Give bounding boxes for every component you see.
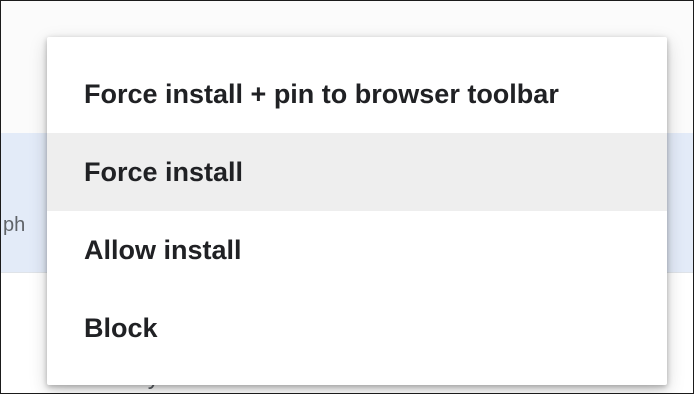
app-window: ph Locally added Force install + pin to … (0, 0, 694, 394)
menu-item-label: Force install + pin to browser toolbar (84, 78, 559, 109)
menu-item-force-install-pin[interactable]: Force install + pin to browser toolbar (47, 55, 667, 133)
install-policy-dropdown-menu: Force install + pin to browser toolbar F… (47, 37, 667, 385)
menu-item-block[interactable]: Block (47, 289, 667, 367)
menu-item-allow-install[interactable]: Allow install (47, 211, 667, 289)
menu-item-label: Force install (84, 156, 244, 187)
row-partial-text: ph (3, 214, 26, 236)
menu-item-label: Allow install (84, 234, 242, 265)
menu-item-label: Block (84, 312, 158, 343)
menu-item-force-install[interactable]: Force install (47, 133, 667, 211)
